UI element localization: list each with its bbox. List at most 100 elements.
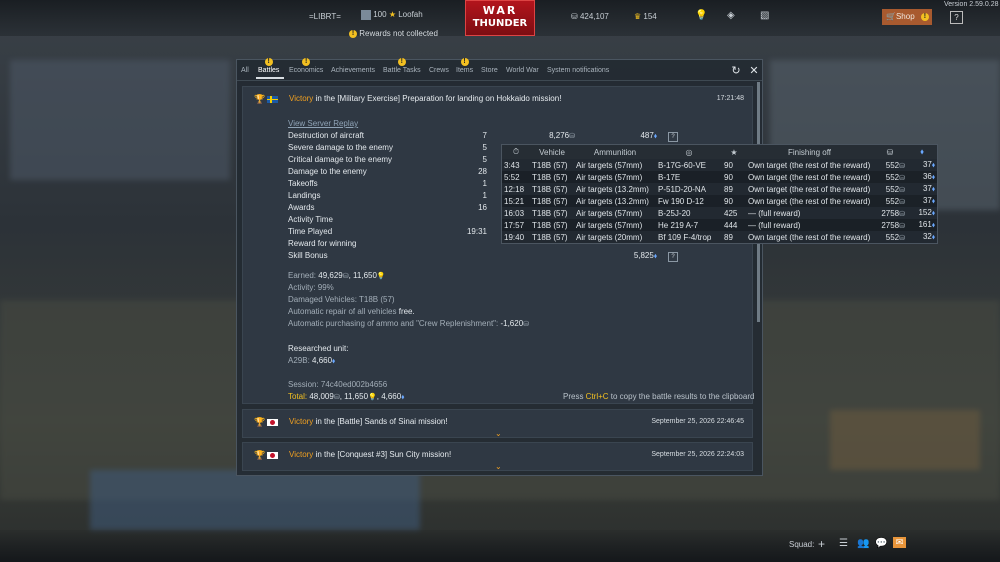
cart-icon: 🛒 (886, 12, 896, 21)
researched-label: Researched unit: (288, 344, 349, 353)
stat-silver: 8,276⛁ (529, 131, 575, 140)
lightbulb-button[interactable]: 💡 (695, 10, 707, 21)
stat-row: Skill Bonus (288, 251, 328, 260)
auto-purchase-value: -1,620 (500, 319, 524, 328)
earned-rp: 11,650 (353, 271, 377, 280)
active-tab-underline (256, 77, 284, 79)
kill-target: B-25J-20 (656, 207, 722, 219)
copy-hint-pre: Press (563, 392, 586, 401)
kill-silver: 552⛁ (873, 171, 907, 183)
kill-ammunition: Air targets (57mm) (576, 220, 643, 230)
tab-economics[interactable]: ! Economics (289, 58, 323, 74)
kill-rp: 37⬧ (907, 159, 937, 171)
silver-lions-icon: ⛁ (523, 321, 530, 328)
kill-silver-value: 552 (885, 160, 900, 170)
avatar (361, 10, 371, 20)
shop-button[interactable]: 🛒Shop ! (882, 9, 932, 25)
stat-row: Destruction of aircraft (288, 131, 365, 140)
view-server-replay-link[interactable]: View Server Replay (288, 119, 358, 128)
expand-chevron-icon[interactable]: ⌄ (495, 462, 502, 471)
kill-vehicle: T18B (57) (530, 159, 574, 171)
kill-time: 16:03 (502, 207, 530, 219)
mail-icon[interactable]: ✉ (893, 537, 906, 548)
kill-rp: 161⬧ (907, 219, 937, 231)
kill-score: 90 (722, 159, 746, 171)
notify-icon: ! (460, 58, 469, 66)
stat-row: Takeoffs (288, 179, 318, 188)
kill-score: 90 (724, 172, 733, 182)
tab-crews[interactable]: Crews (429, 67, 449, 74)
logo-line-1: WAR (482, 4, 518, 17)
contacts-list-icon[interactable]: ☰ (839, 538, 848, 549)
battle-title-text: in the [Battle] Sands of Sinai mission! (313, 417, 448, 426)
tab-world-war[interactable]: World War (506, 67, 539, 74)
tab-battle-tasks[interactable]: ! Battle Tasks (383, 58, 421, 74)
rewards-not-collected[interactable]: ! Rewards not collected (349, 29, 438, 38)
details-icon[interactable]: ? (668, 252, 678, 262)
kill-finishing-off: Own target (the rest of the reward) (746, 231, 873, 243)
battle-entry[interactable]: 🏆 Victory in the [Battle] Sands of Sinai… (242, 409, 753, 438)
stat-row: Critical damage to the enemy (288, 155, 393, 164)
total-rp: 11,650 (344, 392, 369, 401)
target-icon: ◎ (656, 145, 722, 159)
tab-label: Battle Tasks (383, 67, 421, 74)
golden-eagle-icon: ♛ (634, 12, 642, 21)
players-icon[interactable]: 👥 (857, 538, 869, 549)
kill-finishing-off: Own target (the rest of the reward) (748, 196, 871, 206)
kill-time: 5:52 (504, 172, 520, 182)
kill-row: 15:21 T18B (57) Air targets (13.2mm) Fw 190… (502, 195, 937, 207)
kill-score: 425 (722, 207, 746, 219)
battle-time: September 25, 2026 22:24:03 (651, 451, 744, 458)
research-bulb-icon: 💡 (376, 273, 386, 280)
refresh-icon[interactable]: ↻ (730, 65, 742, 77)
player-name: Loofah (398, 10, 423, 20)
kill-row: 17:57 T18B (57) Air targets (57mm) He 219 A… (502, 219, 937, 231)
kill-row: 5:52 T18B (57) Air targets (57mm) B-17E 90 Ow… (502, 171, 937, 183)
kill-target: B-17G-60-VE (656, 159, 722, 171)
expand-chevron-icon[interactable]: ⌄ (495, 429, 502, 438)
trophy-icon: 🏆 (254, 94, 266, 104)
rp-icon: ⬧ (931, 198, 935, 205)
tab-battles[interactable]: ! Battles (258, 58, 280, 74)
battle-entry-expanded[interactable]: 🏆 Victory in the [Military Exercise] Pre… (242, 86, 754, 404)
stat-rp: 487⬧ (603, 131, 657, 141)
close-icon[interactable]: ✕ (748, 65, 760, 77)
kill-rp-value: 32 (922, 232, 932, 241)
war-thunder-logo[interactable]: WAR THUNDER (465, 0, 535, 36)
tab-system-notifications[interactable]: System notifications (547, 67, 609, 74)
session-id[interactable]: Session: 74c40ed002b4656 (288, 380, 387, 389)
tab-label: Battles (258, 67, 280, 74)
kills-table-header: ⏱ Vehicle Ammunition ◎ ★ Finishing off ⛁… (502, 145, 937, 159)
rp-icon: ⬧ (931, 162, 935, 169)
kill-vehicle: T18B (57) (530, 207, 574, 219)
tab-achievements[interactable]: Achievements (331, 67, 375, 74)
notify-icon: ! (302, 58, 311, 66)
stat-rp: 5,825⬧ (603, 251, 657, 261)
researched-rp: 4,660 (312, 356, 333, 365)
battle-entry[interactable]: 🏆 Victory in the [Conquest #3] Sun City … (242, 442, 753, 471)
chat-icon[interactable]: 💬 (875, 538, 887, 549)
total-rp-2: 4,660 (381, 392, 402, 401)
player-info[interactable]: 100 ★ Loofah (361, 10, 423, 20)
tab-store[interactable]: Store (481, 67, 498, 74)
add-squad-icon[interactable]: + (818, 537, 825, 551)
silver-lions-icon: ⛁ (899, 198, 905, 206)
kill-rp: 32⬧ (907, 231, 937, 243)
help-button[interactable]: ? (950, 11, 963, 24)
battle-title-text: in the [Military Exercise] Preparation f… (313, 94, 562, 103)
tab-all[interactable]: All (241, 67, 249, 74)
silver-lions[interactable]: ⛁ 424,107 (571, 12, 609, 21)
auto-repair-line: Automatic repair of all vehicles free. (288, 307, 415, 316)
tab-items[interactable]: ! Items (456, 58, 473, 74)
header-vehicle: Vehicle (530, 145, 574, 159)
rp-icon: ⬧ (401, 394, 405, 401)
inventory-icon[interactable]: ◈ (727, 10, 735, 21)
kill-rp: 37⬧ (907, 183, 937, 195)
golden-eagles[interactable]: ♛ 154 (634, 12, 657, 21)
logo-line-2: THUNDER (472, 18, 528, 29)
squad-tag[interactable]: =LIBRT= (309, 12, 341, 21)
tickets-icon[interactable]: ▧ (760, 10, 769, 21)
stat-count: 1 (482, 179, 487, 188)
details-icon[interactable]: ? (668, 132, 678, 142)
star-icon: ★ (388, 10, 396, 20)
